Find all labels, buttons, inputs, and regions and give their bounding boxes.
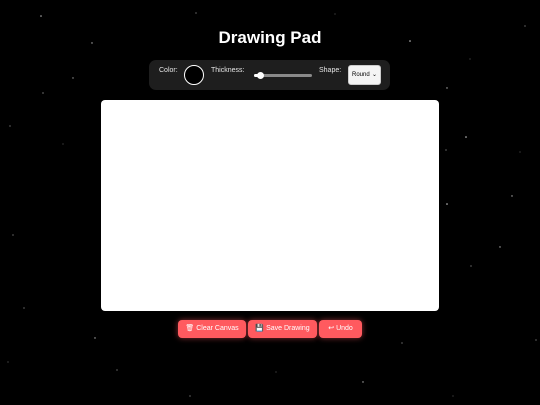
chevron-down-icon: ⌄ [371,72,377,78]
save-drawing-button[interactable]: 💾 Save Drawing [248,320,317,338]
shape-select[interactable]: Round ⌄ [348,65,381,85]
trash-icon: 🗑 [185,325,195,332]
drawing-canvas[interactable] [101,100,439,311]
undo-label: Undo [336,325,353,332]
thickness-label: Thickness: [211,67,245,74]
save-drawing-label: Save Drawing [266,325,310,332]
color-picker[interactable] [184,65,204,85]
shape-label: Shape: [319,67,342,74]
clear-canvas-button[interactable]: 🗑 Clear Canvas [178,320,246,338]
floppy-disk-icon: 💾 [255,325,265,332]
clear-canvas-label: Clear Canvas [196,325,239,332]
undo-icon: ↩ [328,325,335,332]
shape-select-value: Round [352,72,370,78]
page-title: Drawing Pad [218,28,322,47]
color-label: Color: [159,67,178,74]
undo-button[interactable]: ↩ Undo [319,320,362,338]
